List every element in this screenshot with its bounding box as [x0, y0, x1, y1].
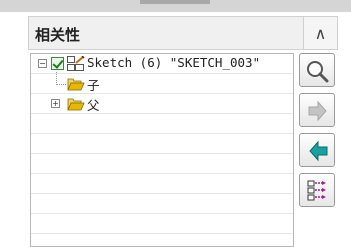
expand-toggle[interactable]: +: [51, 99, 60, 108]
empty-row: [31, 234, 293, 246]
resize-tab[interactable]: [140, 0, 210, 4]
empty-row: [31, 134, 293, 154]
sketch-icon: [67, 56, 85, 71]
search-icon: [307, 61, 329, 83]
tree-view-button[interactable]: [299, 173, 335, 207]
tree-row-root[interactable]: − Sketch (6) "SKETCH_003": [31, 54, 293, 74]
empty-row: [31, 154, 293, 174]
tree-row-parents[interactable]: + 父: [31, 94, 293, 114]
empty-row: [31, 194, 293, 214]
arrow-right-icon: [308, 100, 327, 122]
dependency-tree[interactable]: − Sketch (6) "SKETCH_003" 子 + 父: [30, 53, 294, 247]
checkbox-checked-icon[interactable]: [51, 57, 64, 70]
panel-header: 相关性 ∧: [28, 16, 338, 50]
tree-root-label: Sketch (6) "SKETCH_003": [87, 55, 261, 70]
tree-row-children[interactable]: 子: [31, 74, 293, 94]
folder-open-icon: [67, 78, 85, 91]
dependency-toolbar: [297, 53, 338, 247]
empty-row: [31, 114, 293, 134]
search-button[interactable]: [299, 53, 335, 87]
tree-children-label: 子: [87, 78, 100, 93]
empty-row: [31, 174, 293, 194]
tree-view-icon: [307, 180, 326, 201]
tree-connector: [56, 84, 66, 85]
previous-button[interactable]: [299, 133, 335, 167]
collapse-button[interactable]: ∧: [303, 17, 337, 49]
folder-open-icon: [67, 98, 85, 111]
chevron-up-icon: ∧: [314, 23, 327, 43]
panel-title: 相关性: [35, 26, 81, 44]
arrow-left-icon: [309, 140, 328, 162]
collapse-toggle[interactable]: −: [38, 59, 47, 68]
tree-parents-label: 父: [87, 98, 100, 113]
next-button[interactable]: [299, 93, 335, 127]
empty-row: [31, 214, 293, 234]
